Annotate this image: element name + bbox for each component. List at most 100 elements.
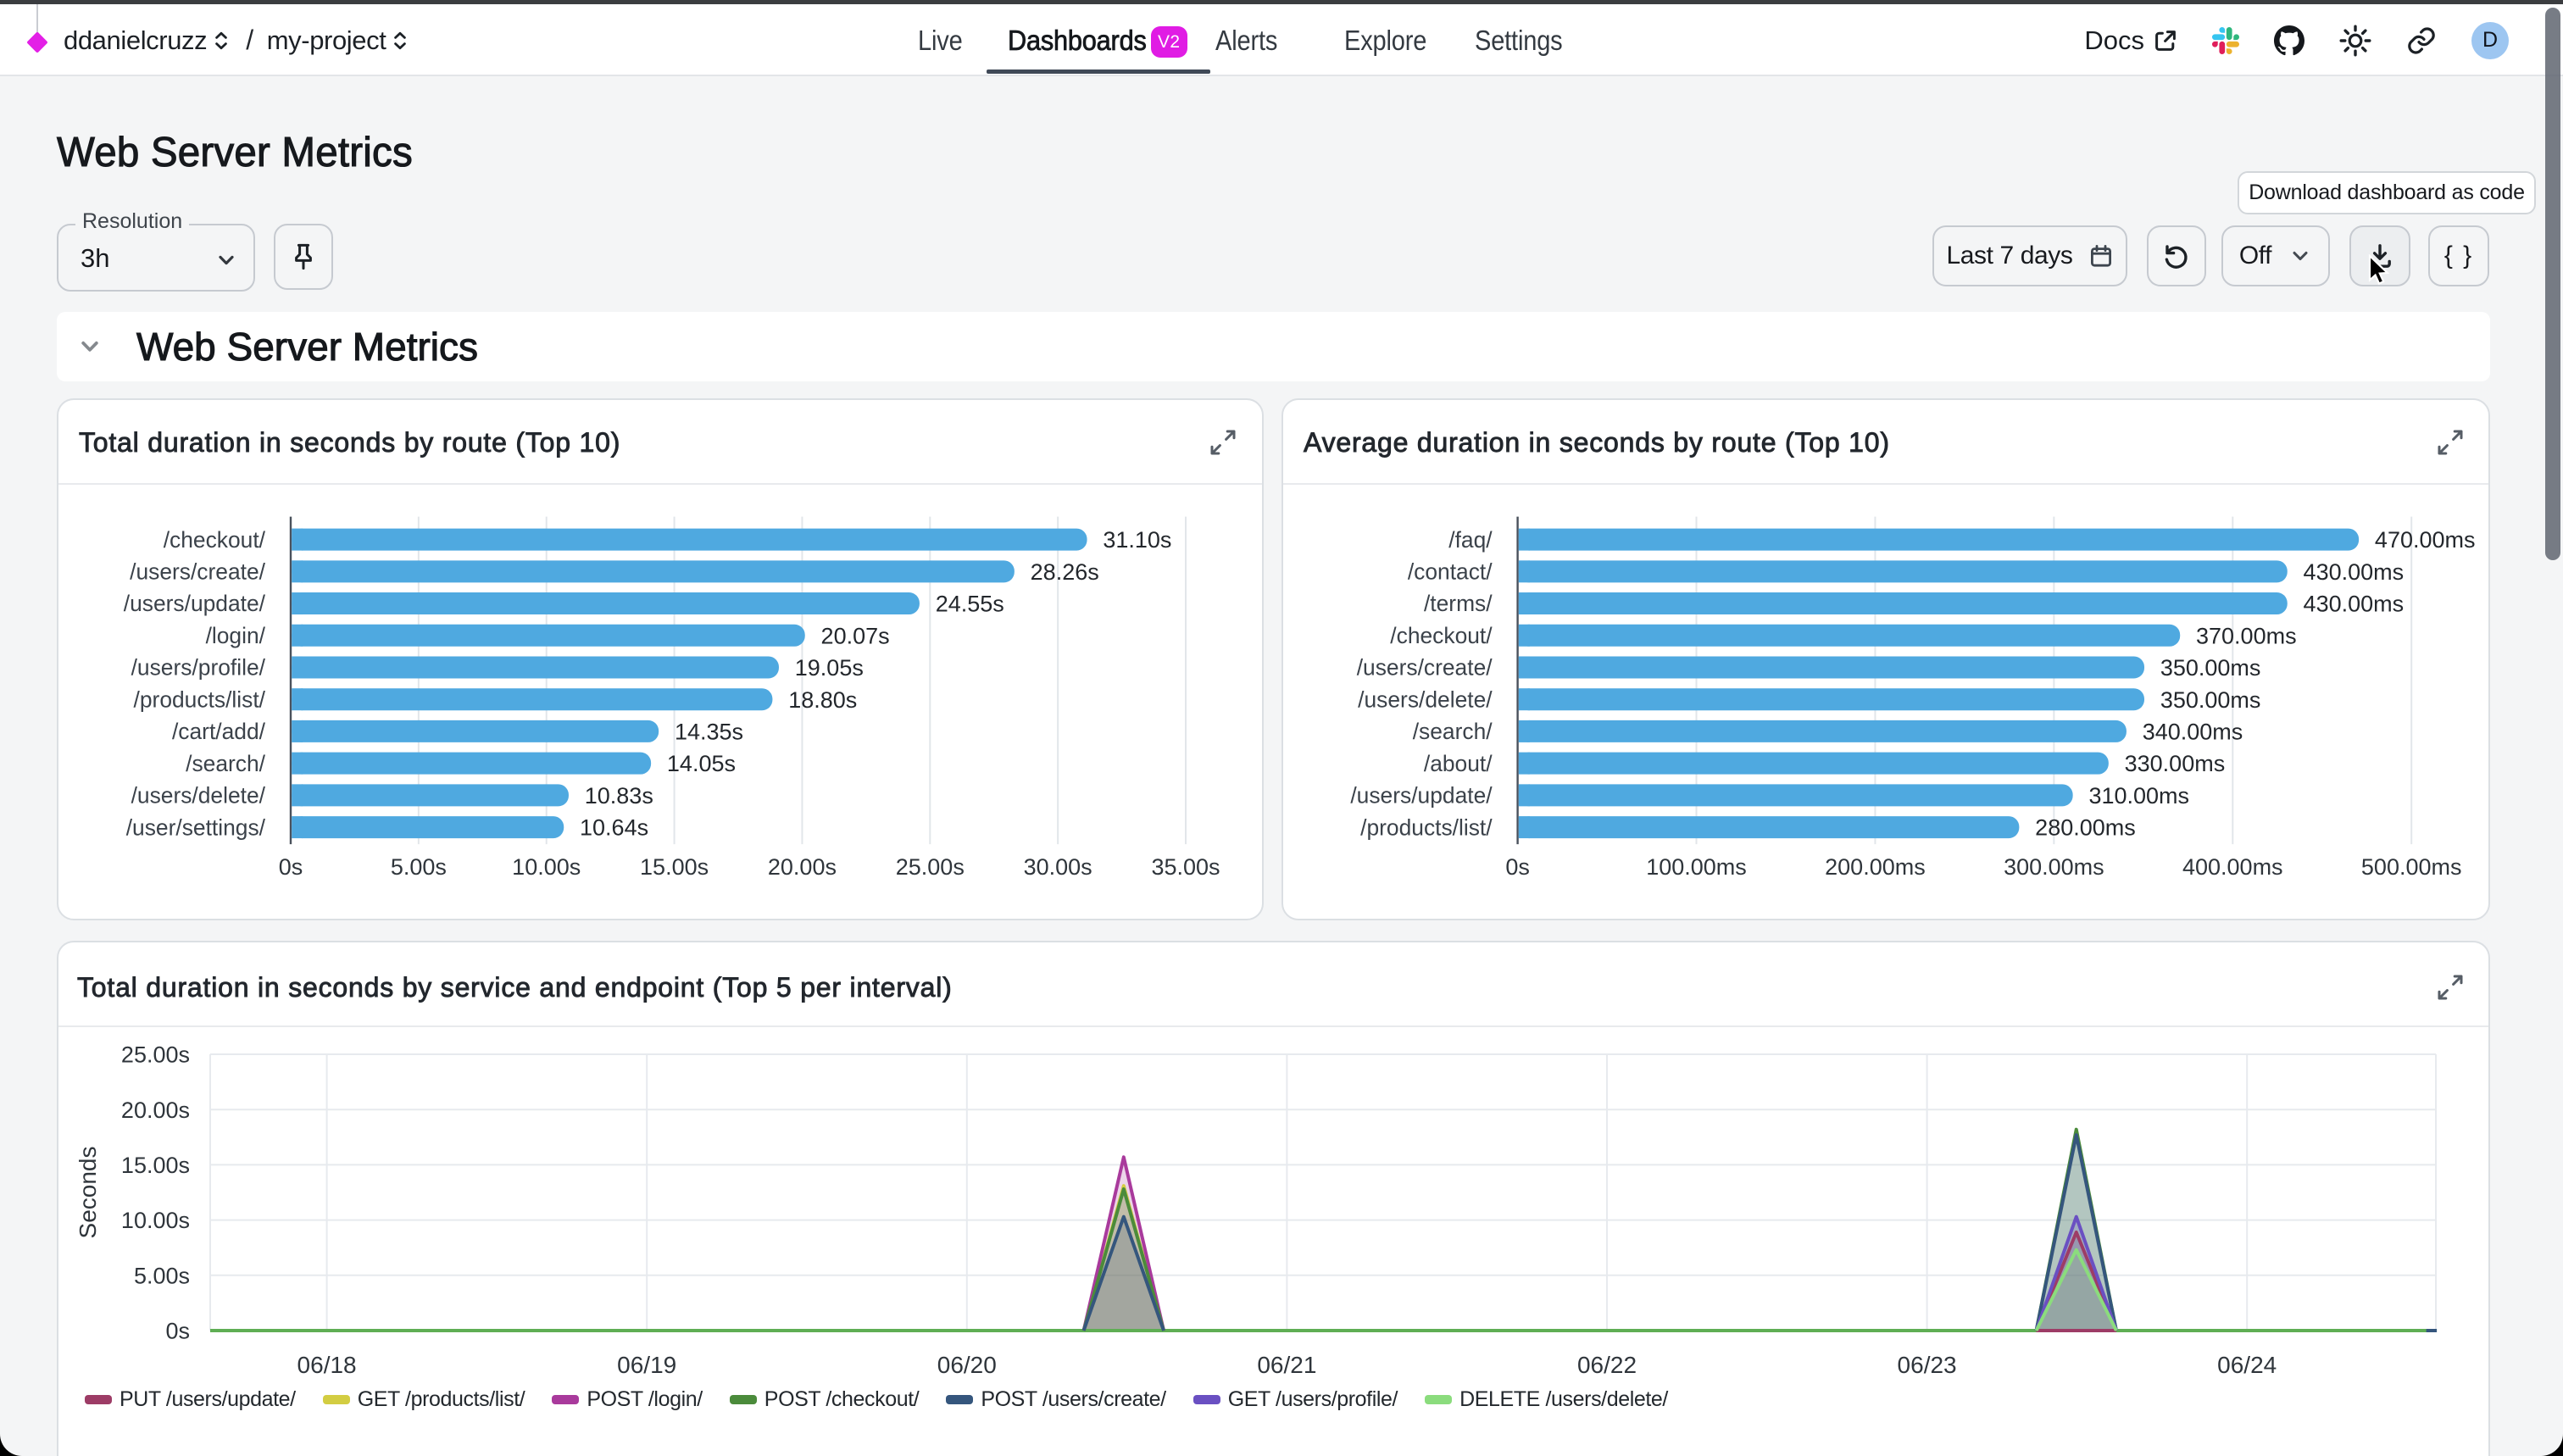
shape — [2366, 254, 2393, 288]
shape — [2212, 27, 2239, 54]
x-tick-label: 06/21 — [1257, 1352, 1316, 1378]
bar[interactable] — [1519, 753, 2109, 775]
tab-alerts[interactable]: Alerts — [1215, 4, 1286, 76]
bar-left-cap[interactable] — [1519, 688, 1530, 710]
bar[interactable] — [292, 688, 772, 710]
category-label: /users/delete/ — [1358, 686, 1493, 712]
tab-label: Explore — [1344, 25, 1426, 57]
value-label: 470.00ms — [2375, 527, 2476, 553]
bar[interactable] — [292, 560, 1015, 582]
bar-left-cap[interactable] — [1519, 784, 1530, 806]
shape — [2162, 242, 2191, 270]
section-collapse-chevron-icon[interactable] — [77, 334, 103, 359]
x-tick-label: 100.00ms — [1646, 854, 1747, 880]
x-tick-label: 30.00s — [1024, 854, 1092, 880]
section-title: Web Server Metrics — [136, 324, 478, 370]
bar[interactable] — [292, 529, 1087, 551]
bar-left-cap[interactable] — [1519, 816, 1530, 838]
shape — [2288, 244, 2312, 268]
x-tick-label: 20.00s — [768, 854, 837, 880]
tab-settings[interactable]: Settings — [1475, 4, 1575, 76]
bar-left-cap[interactable] — [1519, 656, 1530, 678]
bar[interactable] — [292, 816, 564, 838]
legend-item[interactable]: POST /login/ — [552, 1387, 702, 1412]
auto-refresh-select[interactable]: Off — [2221, 225, 2330, 286]
bar[interactable] — [292, 625, 805, 647]
bar-left-cap[interactable] — [1519, 529, 1530, 551]
legend-item[interactable]: GET /users/profile/ — [1193, 1387, 1398, 1412]
avatar[interactable]: D — [2471, 22, 2509, 59]
bar[interactable] — [1519, 625, 2180, 647]
bar[interactable] — [292, 592, 920, 614]
tab-explore[interactable]: Explore — [1344, 4, 1438, 76]
shape — [2154, 29, 2177, 53]
bar-left-cap[interactable] — [292, 688, 303, 710]
time-range-button[interactable]: Last 7 days — [1932, 225, 2127, 286]
section-header[interactable]: Web Server Metrics — [57, 312, 2490, 381]
category-label: /login/ — [206, 623, 266, 648]
bar[interactable] — [1519, 560, 2288, 582]
top-navigation-bar: ddanielcruzz / my-project LiveDashboards… — [0, 4, 2563, 76]
resolution-select[interactable]: Resolution 3h — [57, 224, 255, 292]
share-link-icon[interactable] — [2406, 25, 2437, 56]
inner-scrollbar-track[interactable] — [2450, 1378, 2469, 1444]
shape — [2349, 35, 2361, 47]
legend-item[interactable]: PUT /users/update/ — [85, 1387, 296, 1412]
shape — [2088, 243, 2114, 269]
legend-item[interactable]: DELETE /users/delete/ — [1425, 1387, 1668, 1412]
category-label: /users/create/ — [130, 559, 266, 585]
docs-link[interactable]: Docs — [2084, 25, 2177, 56]
legend-marker — [1193, 1395, 1220, 1404]
bar[interactable] — [292, 720, 659, 742]
pin-dashboard-button[interactable] — [274, 224, 333, 290]
bar[interactable] — [292, 753, 651, 775]
bar[interactable] — [1519, 784, 2073, 806]
y-tick-label: 25.00s — [121, 1042, 190, 1068]
bar-left-cap[interactable] — [292, 656, 303, 678]
bar[interactable] — [1519, 720, 2127, 742]
bar[interactable] — [1519, 656, 2144, 678]
x-tick-label: 06/18 — [297, 1352, 357, 1378]
bar-left-cap[interactable] — [292, 753, 303, 775]
x-tick-label: 0s — [279, 854, 303, 880]
slack-icon[interactable] — [2212, 27, 2239, 54]
bar-left-cap[interactable] — [292, 560, 303, 582]
category-label: /contact/ — [1408, 559, 1493, 585]
theme-toggle-sun-icon[interactable] — [2339, 25, 2371, 57]
legend-item[interactable]: POST /checkout/ — [730, 1387, 920, 1412]
page-scrollbar-thumb[interactable] — [2545, 8, 2560, 560]
value-label: 10.83s — [585, 783, 653, 809]
bar-left-cap[interactable] — [1519, 720, 1530, 742]
github-icon[interactable] — [2274, 25, 2304, 56]
bar[interactable] — [1519, 592, 2288, 614]
y-tick-label: 5.00s — [134, 1263, 190, 1288]
bar[interactable] — [292, 784, 569, 806]
bar-left-cap[interactable] — [292, 592, 303, 614]
bar[interactable] — [1519, 816, 2020, 838]
bar-left-cap[interactable] — [292, 529, 303, 551]
edit-code-button[interactable]: { } — [2428, 225, 2489, 286]
tab-dashboards[interactable]: DashboardsV2 — [1008, 4, 1157, 76]
legend-label: POST /login/ — [587, 1387, 702, 1412]
bar-left-cap[interactable] — [1519, 625, 1530, 647]
bar[interactable] — [292, 656, 779, 678]
tab-live[interactable]: Live — [918, 4, 969, 76]
x-tick-label: 06/23 — [1898, 1352, 1957, 1378]
bar-left-cap[interactable] — [1519, 560, 1530, 582]
refresh-button[interactable] — [2147, 225, 2206, 286]
bar[interactable] — [1519, 529, 2359, 551]
value-label: 18.80s — [788, 687, 857, 713]
resolution-value: 3h — [81, 243, 109, 274]
value-label: 24.55s — [936, 592, 1004, 617]
legend-item[interactable]: POST /users/create/ — [946, 1387, 1165, 1412]
category-label: /users/profile/ — [131, 655, 266, 681]
bar[interactable] — [1519, 688, 2144, 710]
bar-left-cap[interactable] — [292, 720, 303, 742]
bar-left-cap[interactable] — [292, 816, 303, 838]
shape — [2227, 41, 2239, 53]
bar-left-cap[interactable] — [292, 625, 303, 647]
bar-left-cap[interactable] — [1519, 592, 1530, 614]
bar-left-cap[interactable] — [292, 784, 303, 806]
bar-left-cap[interactable] — [1519, 753, 1530, 775]
legend-item[interactable]: GET /products/list/ — [323, 1387, 525, 1412]
